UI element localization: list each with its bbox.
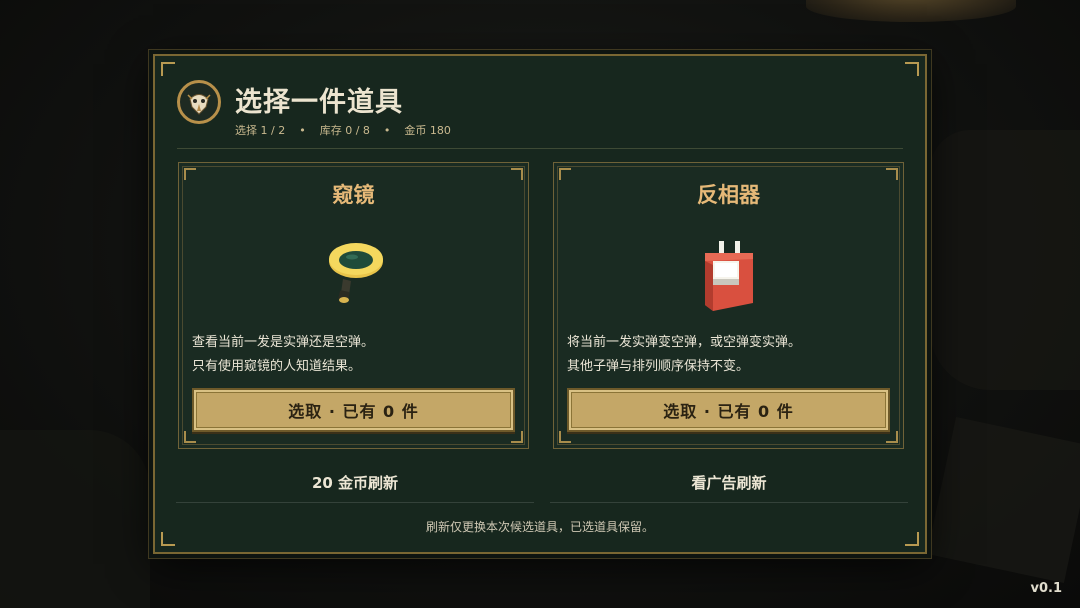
description-line: 其他子弹与排列顺序保持不变。	[567, 359, 750, 374]
card-corner-ornament	[184, 431, 196, 443]
background-prop	[0, 430, 150, 608]
item-selection-panel: 选择一件道具 选择 1 / 2 • 库存 0 / 8 • 金币 180 窥镜 查…	[153, 54, 927, 554]
separator-dot: •	[299, 123, 306, 137]
header-divider	[177, 148, 903, 149]
selection-count: 选择 1 / 2	[235, 124, 286, 137]
item-name: 反相器	[697, 182, 760, 207]
gold-refresh-button[interactable]: 20 金币刷新	[176, 462, 534, 503]
panel-corner-ornament	[161, 62, 175, 76]
item-card-magnifier: 窥镜 查看当前一发是实弹还是空弹。 只有使用窥镜的人知道结果。 选取 · 已有 …	[178, 162, 529, 449]
item-description: 将当前一发实弹变空弹，或空弹变实弹。 其他子弹与排列顺序保持不变。	[567, 331, 801, 379]
refresh-note: 刷新仅更换本次候选道具，已选道具保留。	[425, 520, 654, 534]
item-card-inverter: 反相器 将当前一发实弹变空弹，或空弹变实弹。 其他子弹与排列顺序保持不变。 选取…	[553, 162, 904, 449]
description-line: 查看当前一发是实弹还是空弹。	[192, 335, 375, 350]
ad-refresh-button[interactable]: 看广告刷新	[550, 462, 908, 503]
page-title: 选择一件道具	[235, 87, 403, 118]
inverter-device-icon	[699, 239, 759, 317]
background-prop	[930, 130, 1080, 390]
panel-corner-ornament	[905, 62, 919, 76]
separator-dot: •	[383, 123, 391, 137]
card-corner-ornament	[559, 431, 571, 443]
description-line: 只有使用窥镜的人知道结果。	[192, 359, 362, 374]
version-label: v0.1	[1030, 581, 1062, 596]
raven-skull-icon	[177, 80, 221, 124]
select-item-button[interactable]: 选取 · 已有 0 件	[567, 388, 890, 432]
background-lamp	[806, 0, 1016, 22]
magnifying-glass-icon	[322, 239, 386, 313]
status-bar: 选择 1 / 2 • 库存 0 / 8 • 金币 180	[235, 122, 451, 138]
card-corner-ornament	[511, 431, 523, 443]
gold-count: 金币 180	[404, 124, 451, 137]
description-line: 将当前一发实弹变空弹，或空弹变实弹。	[567, 335, 802, 350]
item-description: 查看当前一发是实弹还是空弹。 只有使用窥镜的人知道结果。	[192, 331, 374, 379]
inventory-count: 库存 0 / 8	[319, 124, 370, 137]
card-corner-ornament	[886, 431, 898, 443]
item-name: 窥镜	[332, 182, 375, 207]
background-prop	[926, 416, 1080, 584]
select-item-button[interactable]: 选取 · 已有 0 件	[192, 388, 515, 432]
